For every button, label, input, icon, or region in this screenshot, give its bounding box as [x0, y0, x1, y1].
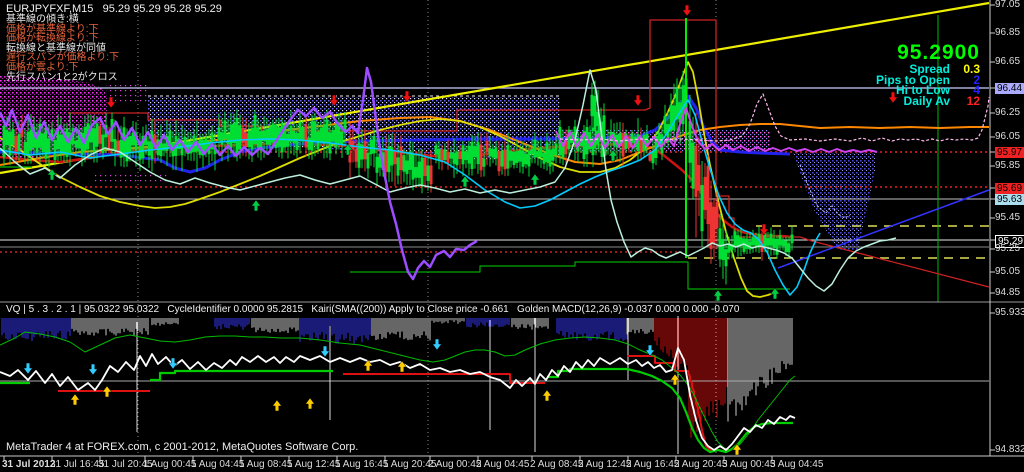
price-axis-label: 96.85 [995, 28, 1020, 38]
time-axis-label: 1 Aug 00:45 [143, 459, 196, 470]
time-axis-label: 1 Aug 04:45 [191, 459, 244, 470]
quote-rows: Spread0.3Pips to Open2Hi to Low4Daily Av… [838, 64, 980, 106]
time-axis-label: 1 Aug 16:45 [335, 459, 388, 470]
price-axis-label: 95.85 [995, 161, 1020, 171]
cloud-magenta-blob [93, 172, 167, 184]
price-axis-label: 95.05 [995, 267, 1020, 277]
price-axis-label: 95.9333 [995, 308, 1024, 318]
time-axis-label: 1 Aug 08:45 [239, 459, 292, 470]
price-axis-label: 97.05 [995, 0, 1020, 10]
time-axis-label: 31 Jul 2012 [2, 459, 55, 470]
price-axis-label: 94.8327 [995, 445, 1024, 455]
time-axis-label: 2 Aug 00:45 [428, 459, 481, 470]
price-axis-label: 96.44 [995, 83, 1024, 94]
price-axis-label: 95.63 [995, 194, 1024, 205]
price-axis-label: 95.97 [995, 147, 1024, 158]
ichimoku-signal-list: 基準線の傾き:横価格が基準線より:下価格が転換線より:下転換線と基準線が同値遅行… [6, 15, 119, 82]
price-axis-label: 96.05 [995, 132, 1020, 142]
price-axis-label: 94.85 [995, 288, 1020, 298]
price-axis-label: 95.45 [995, 213, 1020, 223]
time-axis-label: 2 Aug 12:45 [578, 459, 631, 470]
quote-panel: 95.2900 Spread0.3Pips to Open2Hi to Low4… [838, 42, 980, 106]
indicator-header: VQ | 5 . 3 . 2 . 1 | 95.0322 95.0322 Cyc… [6, 304, 739, 315]
price-axis-label: 95.25 [995, 244, 1020, 254]
ichimoku-signal-line: 先行スパン1と2がクロス [6, 73, 119, 83]
price-axis-label: 95.69 [995, 183, 1024, 194]
time-axis-label: 1 Aug 12:45 [287, 459, 340, 470]
price-axis-label: 96.25 [995, 108, 1020, 118]
time-axis-label: 2 Aug 04:45 [476, 459, 529, 470]
quote-row-label: Daily Av [838, 96, 950, 107]
time-axis-label: 3 Aug 00:45 [722, 459, 775, 470]
time-axis-label: 2 Aug 20:45 [674, 459, 727, 470]
time-axis-label: 31 Jul 16:45 [50, 459, 105, 470]
current-price: 95.2900 [838, 42, 980, 64]
time-axis-label: 2 Aug 08:45 [530, 459, 583, 470]
quote-row: Daily Av12 [838, 96, 980, 107]
price-axis-label: 96.65 [995, 57, 1020, 67]
quote-row-value: 12 [950, 96, 980, 107]
mt4-chart-window: EURJPYFXF,M15 95.29 95.29 95.28 95.29 基準… [0, 0, 1024, 472]
time-axis-label: 2 Aug 16:45 [626, 459, 679, 470]
time-axis-label: 3 Aug 04:45 [770, 459, 823, 470]
copyright-text: MetaTrader 4 at FOREX.com, c 2001-2012, … [6, 441, 358, 453]
